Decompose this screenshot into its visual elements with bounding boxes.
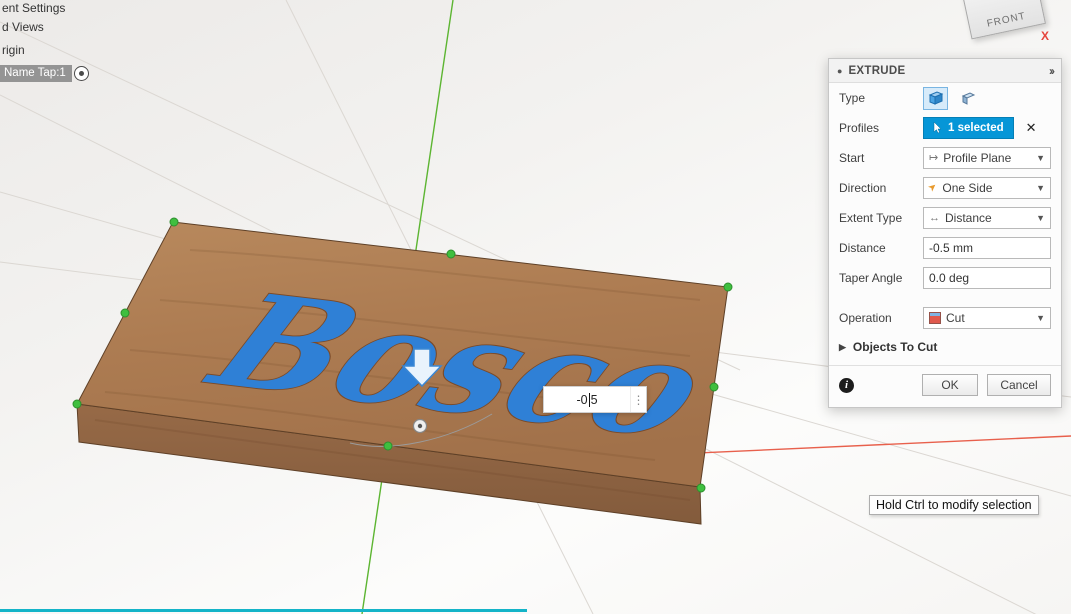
handle-edge[interactable] [121, 309, 129, 317]
one-side-icon: ➤ [927, 181, 940, 194]
type-extrude-thin-button[interactable] [956, 87, 981, 110]
chevron-down-icon: ▼ [1036, 213, 1045, 223]
type-extrude-solid-button[interactable] [923, 87, 948, 110]
floating-distance-value[interactable]: -0 5 [544, 393, 630, 407]
operation-label: Operation [839, 311, 921, 325]
cancel-button[interactable]: Cancel [987, 374, 1051, 396]
taper-angle-input[interactable] [923, 267, 1051, 289]
value-before-caret: -0 [576, 393, 587, 407]
objects-to-cut-section[interactable]: ▶ Objects To Cut [829, 333, 1061, 361]
row-operation: Operation Cut ▼ [829, 303, 1061, 333]
board-body[interactable]: Bosco [77, 222, 732, 524]
viewcube-front-face-label: FRONT [986, 11, 1027, 30]
row-type: Type [829, 83, 1061, 113]
direction-dropdown[interactable]: ➤ One Side ▼ [923, 177, 1051, 199]
row-profiles: Profiles 1 selected ✕ [829, 113, 1061, 143]
ok-button[interactable]: OK [922, 374, 978, 396]
row-direction: Direction ➤ One Side ▼ [829, 173, 1061, 203]
type-label: Type [839, 91, 921, 105]
chevron-down-icon: ▼ [1036, 313, 1045, 323]
objects-to-cut-label: Objects To Cut [853, 340, 937, 354]
info-icon[interactable]: i [839, 378, 854, 393]
handle-edge[interactable] [447, 250, 455, 258]
handle-corner[interactable] [170, 218, 178, 226]
row-taper-angle: Taper Angle [829, 263, 1061, 293]
floating-distance-input[interactable]: -0 5 ⋮ [543, 386, 647, 413]
handle-corner[interactable] [697, 484, 705, 492]
start-dropdown[interactable]: ↦ Profile Plane ▼ [923, 147, 1051, 169]
profiles-selected-count: 1 selected [948, 122, 1004, 134]
expand-panel-icon[interactable]: ›› [1049, 64, 1053, 78]
start-label: Start [839, 151, 921, 165]
extent-type-label: Extent Type [839, 211, 921, 225]
extrude-thin-icon [960, 90, 977, 106]
chevron-down-icon: ▼ [1036, 183, 1045, 193]
browser-item-named-views[interactable]: d Views [2, 20, 44, 34]
text-caret [589, 393, 590, 407]
handle-edge[interactable] [710, 383, 718, 391]
operation-dropdown[interactable]: Cut ▼ [923, 307, 1051, 329]
kebab-menu-icon[interactable]: ⋮ [630, 387, 646, 412]
extrude-dialog: ● EXTRUDE ›› Type Profiles [828, 58, 1062, 408]
browser-item-origin[interactable]: rigin [2, 43, 25, 57]
bottom-accent-strip [0, 609, 527, 612]
cursor-icon [933, 122, 942, 134]
handle-corner[interactable] [73, 400, 81, 408]
profiles-selected-button[interactable]: 1 selected [923, 117, 1014, 139]
distance-label: Distance [839, 241, 921, 255]
browser-item-selected-tap[interactable]: Name Tap:1 [0, 65, 72, 82]
clear-selection-icon[interactable]: ✕ [1026, 120, 1037, 136]
distance-extent-icon: ↔ [929, 213, 940, 224]
visibility-radio-icon[interactable] [74, 66, 89, 81]
row-start: Start ↦ Profile Plane ▼ [829, 143, 1061, 173]
extent-type-dropdown[interactable]: ↔ Distance ▼ [923, 207, 1051, 229]
extrude-solid-icon [927, 90, 944, 106]
row-spacer [829, 293, 1061, 303]
dialog-title: EXTRUDE [848, 65, 905, 77]
dialog-header[interactable]: ● EXTRUDE ›› [829, 59, 1061, 83]
start-value: Profile Plane [943, 151, 1011, 165]
taper-drag-handle[interactable] [414, 420, 427, 433]
taper-angle-label: Taper Angle [839, 271, 921, 285]
value-after-caret: 5 [591, 393, 598, 407]
cut-operation-icon [929, 312, 941, 324]
expand-triangle-icon: ▶ [839, 342, 846, 353]
profile-plane-icon: ↦ [929, 153, 938, 164]
extent-type-value: Distance [945, 211, 992, 225]
row-extent-type: Extent Type ↔ Distance ▼ [829, 203, 1061, 233]
direction-value: One Side [942, 181, 992, 195]
handle-corner[interactable] [724, 283, 732, 291]
selection-hint-tooltip: Hold Ctrl to modify selection [869, 495, 1039, 515]
direction-label: Direction [839, 181, 921, 195]
operation-value: Cut [946, 311, 965, 325]
chevron-down-icon: ▼ [1036, 153, 1045, 163]
drag-grip-icon: ● [837, 66, 842, 76]
handle-edge[interactable] [384, 442, 392, 450]
browser-item-document-settings[interactable]: ent Settings [2, 1, 65, 15]
viewcube-x-axis-label[interactable]: X [1041, 29, 1049, 43]
distance-input[interactable] [923, 237, 1051, 259]
dialog-footer: i OK Cancel [829, 365, 1061, 407]
profiles-label: Profiles [839, 121, 921, 135]
row-distance: Distance [829, 233, 1061, 263]
